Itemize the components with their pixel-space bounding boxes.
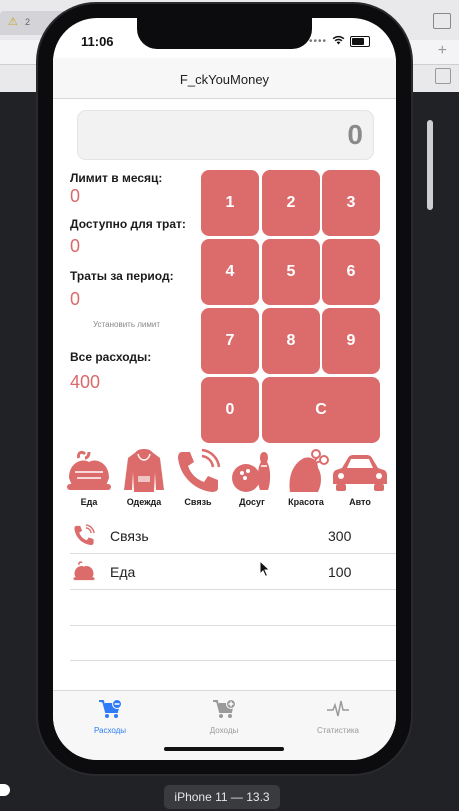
mouse-cursor-icon — [259, 560, 271, 578]
category-food-label: Еда — [80, 497, 98, 507]
expense-amount: 100 — [328, 564, 352, 580]
key-0[interactable]: 0 — [201, 377, 259, 443]
host-scrollbar[interactable] — [427, 120, 433, 210]
tab-expenses-label: Расходы — [93, 726, 127, 735]
tab-income[interactable]: Доходы — [179, 699, 269, 735]
key-3[interactable]: 3 — [322, 170, 380, 236]
period-label: Траты за период: — [70, 269, 174, 283]
key-2[interactable]: 2 — [262, 170, 320, 236]
food-icon — [73, 561, 95, 581]
category-auto[interactable]: Авто — [332, 448, 388, 514]
total-value: 400 — [70, 372, 101, 392]
status-icons: •••• — [309, 35, 370, 48]
plus-icon[interactable]: + — [438, 42, 447, 60]
bowling-icon — [232, 452, 271, 492]
category-beauty-label: Красота — [288, 497, 324, 507]
navigation-bar: F_ckYouMoney — [53, 58, 396, 99]
expense-name: Связь — [110, 528, 149, 544]
list-separator — [70, 660, 396, 661]
beauty-icon — [289, 449, 329, 492]
available-value: 0 — [70, 236, 81, 256]
phone-icon — [74, 524, 95, 546]
warning-icon[interactable]: ⚠ — [8, 15, 18, 28]
app-screen: 11:06 •••• F_ckYouMoney 0 Лимит в месяц:… — [53, 18, 396, 760]
cart-plus-icon — [213, 699, 236, 718]
key-9[interactable]: 9 — [322, 308, 380, 374]
category-beauty[interactable]: Красота — [278, 448, 334, 514]
category-leisure-label: Досуг — [239, 497, 265, 507]
battery-icon — [350, 36, 370, 47]
key-5[interactable]: 5 — [262, 239, 320, 305]
car-icon — [333, 455, 387, 491]
key-8[interactable]: 8 — [262, 308, 320, 374]
notch — [137, 18, 312, 49]
sidebar-toggle-icon[interactable] — [433, 13, 451, 29]
category-clothes[interactable]: Одежда — [116, 448, 172, 514]
wifi-icon — [332, 35, 345, 48]
iphone-frame: 11:06 •••• F_ckYouMoney 0 Лимит в месяц:… — [38, 4, 411, 774]
status-time: 11:06 — [81, 34, 114, 49]
device-label: iPhone 11 — 13.3 — [164, 785, 280, 809]
total-label: Все расходы: — [70, 350, 152, 364]
host-indicator — [0, 784, 10, 796]
key-clear[interactable]: C — [262, 377, 380, 443]
category-phone[interactable]: Связь — [170, 448, 226, 514]
signal-icon: •••• — [308, 36, 327, 47]
page-title: F_ckYouMoney — [179, 72, 270, 87]
tab-expenses[interactable]: Расходы — [65, 699, 155, 735]
tab-statistics-label: Статистика — [316, 726, 359, 735]
cart-minus-icon — [99, 699, 122, 718]
phone-icon — [178, 448, 221, 492]
expense-name: Еда — [110, 564, 136, 580]
category-food[interactable]: Еда — [61, 448, 117, 514]
limit-label: Лимит в месяц: — [70, 171, 163, 185]
list-separator — [70, 625, 396, 626]
amount-display[interactable]: 0 — [77, 110, 374, 160]
expense-amount: 300 — [328, 528, 352, 544]
limit-value: 0 — [70, 186, 81, 206]
hoodie-icon — [124, 449, 164, 492]
amount-value: 0 — [347, 119, 363, 150]
key-7[interactable]: 7 — [201, 308, 259, 374]
category-clothes-label: Одежда — [126, 497, 162, 507]
category-leisure[interactable]: Досуг — [224, 448, 280, 514]
category-phone-label: Связь — [184, 497, 212, 507]
warning-count: 2 — [25, 17, 31, 27]
category-auto-label: Авто — [349, 497, 371, 507]
split-view-icon[interactable] — [435, 68, 451, 84]
available-label: Доступно для трат: — [70, 217, 186, 231]
tab-income-label: Доходы — [209, 726, 239, 735]
key-1[interactable]: 1 — [201, 170, 259, 236]
set-limit-link[interactable]: Установить лимит — [93, 320, 160, 329]
food-icon — [67, 450, 111, 490]
period-value: 0 — [70, 289, 81, 309]
expense-row[interactable]: Еда 100 — [70, 554, 396, 590]
key-4[interactable]: 4 — [201, 239, 259, 305]
pulse-icon — [327, 700, 349, 717]
home-indicator[interactable] — [164, 747, 284, 751]
expense-row[interactable]: Связь 300 — [70, 518, 396, 554]
tab-statistics[interactable]: Статистика — [293, 699, 383, 735]
key-6[interactable]: 6 — [322, 239, 380, 305]
